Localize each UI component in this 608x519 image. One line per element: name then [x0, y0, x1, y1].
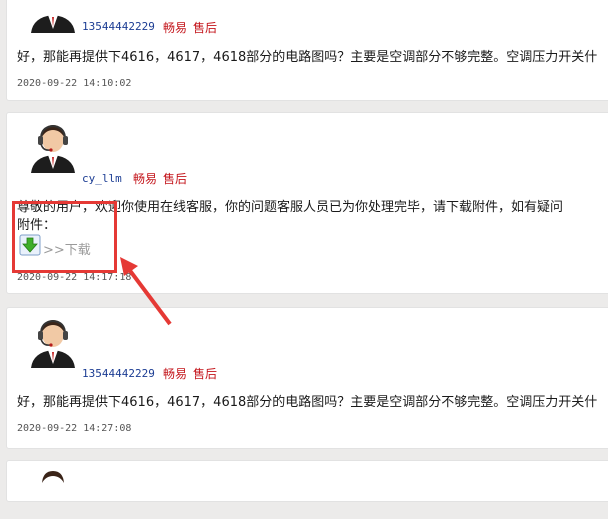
avatar: [27, 121, 79, 173]
user-tag-aftersales: 售后: [193, 21, 218, 35]
agent-avatar-icon: [31, 124, 75, 173]
post-card: [6, 460, 608, 502]
agent-avatar-icon: [31, 319, 75, 368]
agent-avatar-icon: [31, 15, 75, 33]
username[interactable]: 13544442229: [82, 20, 155, 33]
username[interactable]: 13544442229: [82, 367, 155, 380]
avatar: [27, 316, 79, 368]
message-text: 好，那能再提供下4616，4617，4618部分的电路图吗？主要是空调部分不够完…: [17, 395, 598, 410]
user-tag-changyi: 畅易: [163, 367, 188, 381]
user-tag-aftersales: 售后: [193, 367, 218, 381]
post-card: 13544442229 畅易 售后 好，那能再提供下4616，4617，4618…: [6, 0, 608, 101]
user-tag-aftersales: 售后: [163, 172, 188, 186]
user-tag-changyi: 畅易: [163, 21, 188, 35]
post-card: 13544442229 畅易 售后 好，那能再提供下4616，4617，4618…: [6, 307, 608, 449]
timestamp: 2020-09-22 14:27:08: [17, 423, 132, 434]
avatar: [27, 0, 79, 33]
timestamp: 2020-09-22 14:10:02: [17, 78, 132, 89]
timestamp: 2020-09-22 14:17:18: [17, 272, 132, 283]
username[interactable]: cy_llm: [82, 172, 122, 185]
message-text: 好，那能再提供下4616，4617，4618部分的电路图吗？主要是空调部分不够完…: [17, 50, 598, 65]
annotation-highlight-box: [12, 201, 117, 273]
user-tag-changyi: 畅易: [133, 172, 158, 186]
